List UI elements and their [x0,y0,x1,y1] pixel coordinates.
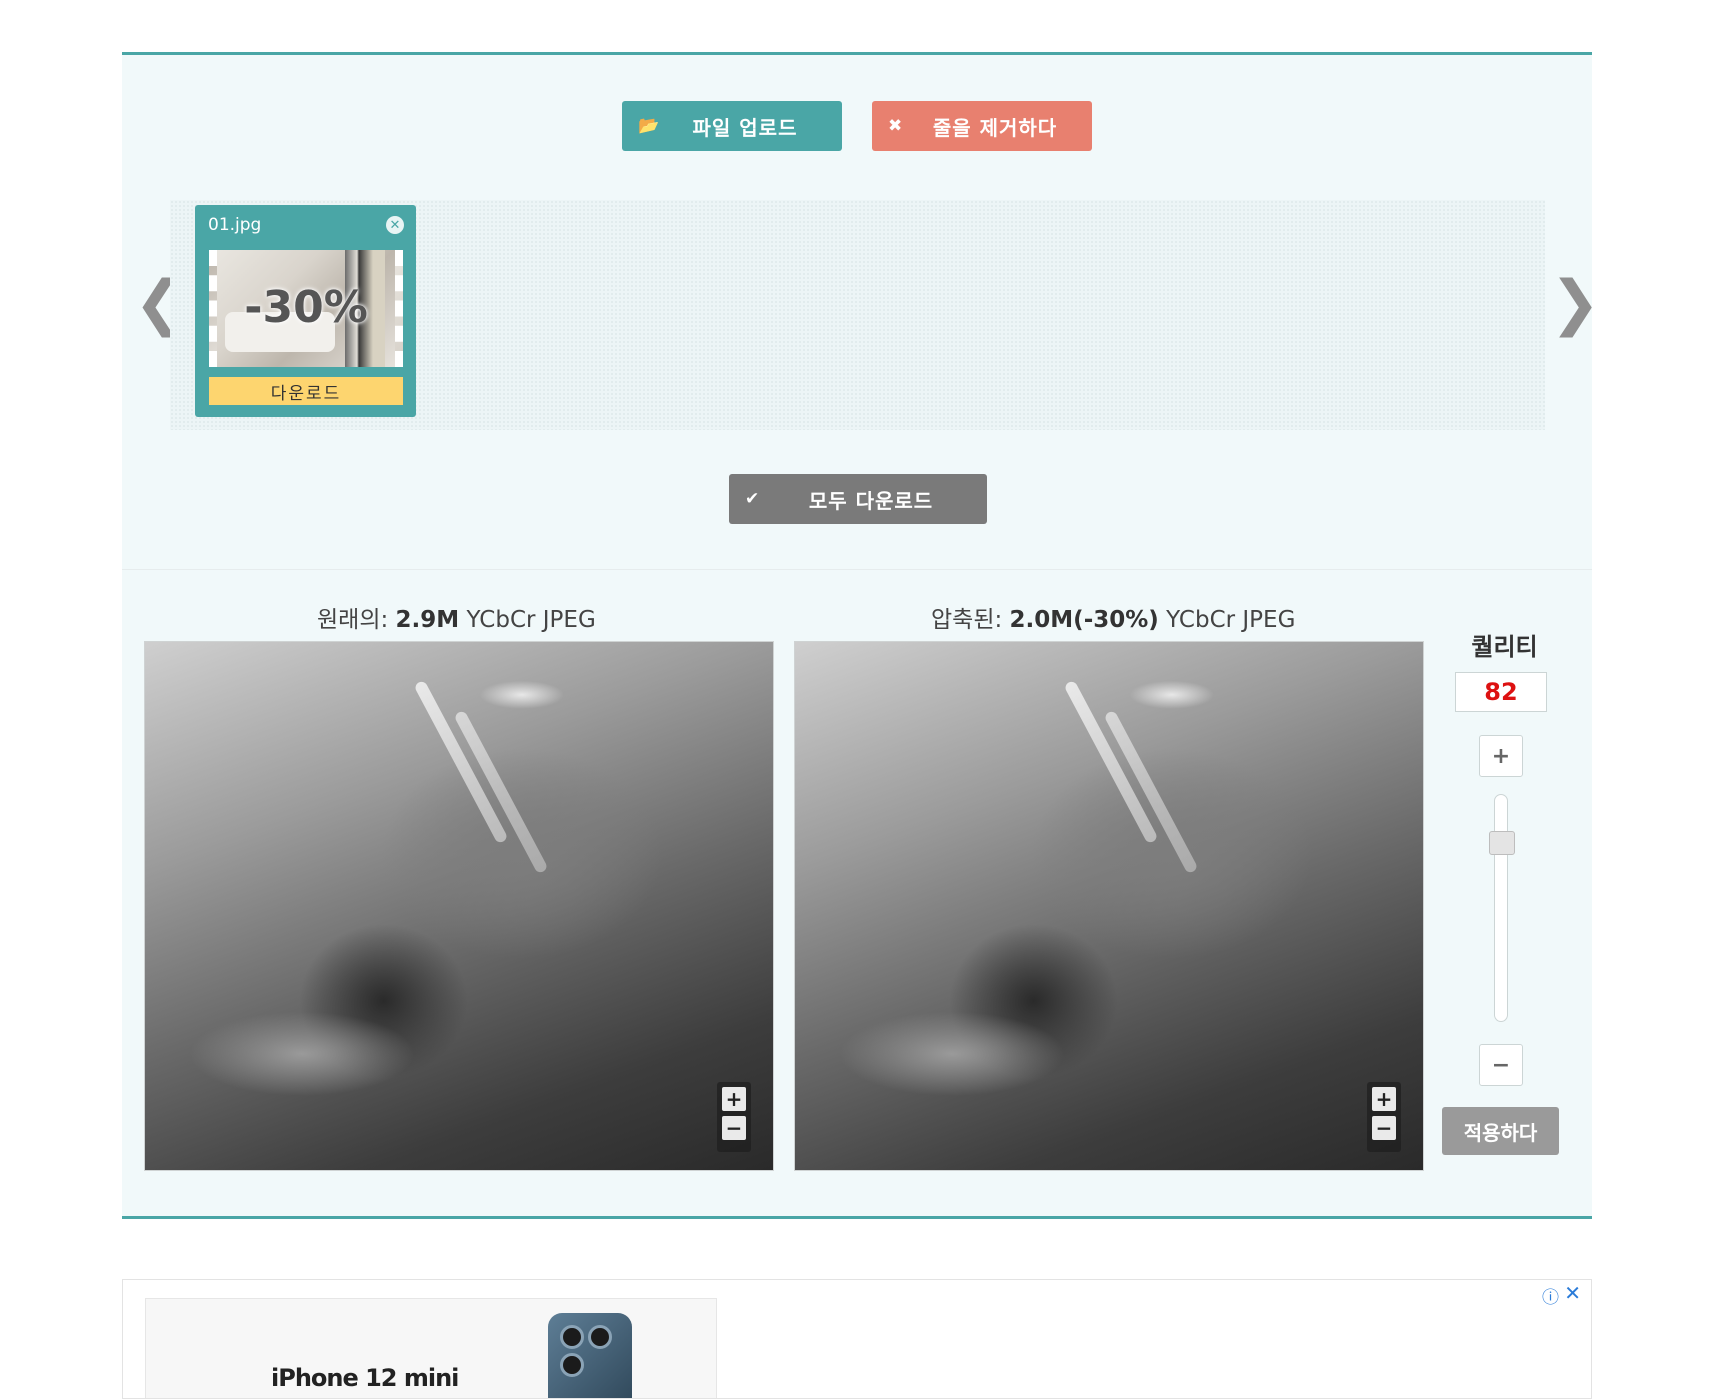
apply-quality-button[interactable]: 적용하다 [1442,1107,1559,1155]
original-caption: 원래의: 2.9M YCbCr JPEG [317,600,596,634]
file-name: 01.jpg [208,215,262,235]
thumbnail-image[interactable]: -30% [209,250,403,367]
close-icon: ✖ [888,116,903,136]
advertisement-banner[interactable]: iPhone 12 mini ⓘ ✕ [122,1279,1592,1399]
zoom-out-button[interactable]: − [1372,1116,1396,1140]
download-file-button[interactable]: 다운로드 [209,377,403,405]
original-zoom-controls: + − [717,1082,751,1152]
quality-slider-track[interactable] [1494,794,1508,1022]
camera-lens-icon [560,1353,584,1377]
folder-open-icon: 📂 [638,116,660,136]
zoom-in-button[interactable]: + [1372,1087,1396,1111]
quality-increase-button[interactable]: + [1479,735,1523,777]
compressor-panel: 📂 파일 업로드 ✖ 줄을 제거하다 ❮ ❯ 01.jpg ✕ -30% 다운로… [122,52,1600,1219]
quality-decrease-button[interactable]: − [1479,1044,1523,1086]
compressed-zoom-controls: + − [1367,1082,1401,1152]
quality-slider-handle[interactable] [1489,830,1515,855]
compressed-caption: 압축된: 2.0M(-30%) YCbCr JPEG [931,600,1295,634]
original-format: YCbCr JPEG [466,607,596,633]
highlight-streak [1103,709,1199,875]
ad-info-icon[interactable]: ⓘ [1542,1283,1559,1308]
ad-product-name: iPhone 12 mini [271,1364,459,1392]
highlight-streak [413,679,509,845]
file-thumbnail[interactable]: 01.jpg ✕ -30% 다운로드 [195,205,416,417]
ad-close-icon[interactable]: ✕ [1564,1281,1581,1305]
check-icon: ✔ [745,489,760,509]
camera-lens-icon [588,1325,612,1349]
compressed-prefix: 압축된: [931,607,1003,633]
compressed-format: YCbCr JPEG [1166,607,1296,633]
highlight-streak [1063,679,1159,845]
download-all-label: 모두 다운로드 [808,488,934,513]
compressed-size: 2.0M(-30%) [1009,607,1159,633]
quality-title: 퀄리티 [1471,633,1538,661]
highlight-streak [453,709,549,875]
quality-value-input[interactable]: 82 [1455,672,1547,712]
clear-queue-button[interactable]: ✖ 줄을 제거하다 [872,101,1092,151]
clear-queue-label: 줄을 제거하다 [932,115,1058,140]
ad-card[interactable]: iPhone 12 mini [145,1298,717,1398]
camera-lens-icon [560,1325,584,1349]
compression-badge: -30% [244,282,368,333]
remove-file-icon[interactable]: ✕ [386,216,404,234]
zoom-in-button[interactable]: + [722,1087,746,1111]
compressed-image-viewer[interactable]: + − [794,641,1424,1171]
phone-image [548,1313,632,1398]
section-divider [122,569,1592,570]
zoom-out-button[interactable]: − [722,1116,746,1140]
upload-files-button[interactable]: 📂 파일 업로드 [622,101,842,151]
download-all-button[interactable]: ✔ 모두 다운로드 [729,474,987,524]
original-size: 2.9M [395,607,460,633]
original-image-viewer[interactable]: + − [144,641,774,1171]
chevron-right-icon[interactable]: ❯ [1550,273,1600,333]
original-prefix: 원래의: [317,607,389,633]
